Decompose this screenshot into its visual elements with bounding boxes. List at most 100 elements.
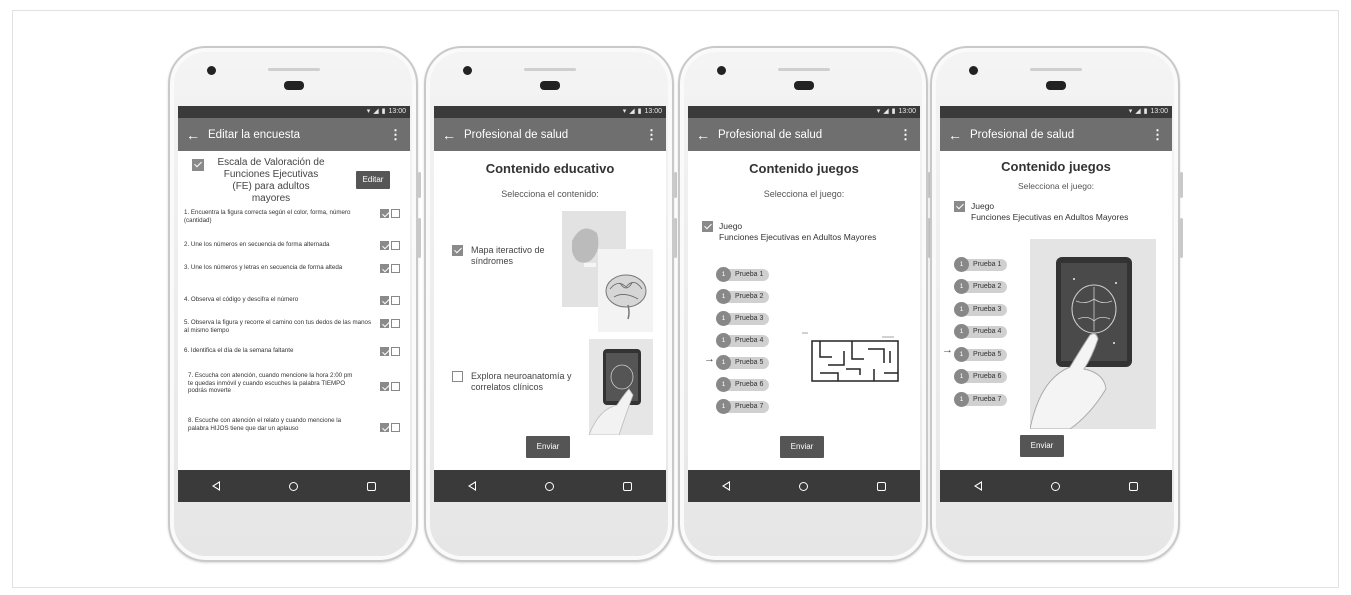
item-checkboxes <box>380 241 400 250</box>
survey-item-text: 1. Encuentra la figura correcta según el… <box>184 209 351 224</box>
page-heading: Contenido educativo <box>485 161 615 176</box>
map-option-label: Mapa iteractivo de síndromes <box>471 245 545 266</box>
nav-home-icon[interactable] <box>798 481 808 491</box>
back-arrow-icon[interactable]: ← <box>186 127 208 143</box>
no-checkbox[interactable] <box>391 319 400 328</box>
no-checkbox[interactable] <box>391 423 400 432</box>
yes-checkbox[interactable] <box>380 319 390 328</box>
nav-back-icon[interactable] <box>212 481 221 491</box>
survey-item: 2. Une los números en secuencia de forma… <box>184 241 402 250</box>
nav-recents-icon[interactable] <box>876 481 886 491</box>
educational-content: Contenido educativo Selecciona el conten… <box>434 151 666 470</box>
test-pill[interactable]: 1 Prueba 3 <box>954 302 1008 317</box>
more-vert-icon[interactable]: ⋮ <box>389 127 402 143</box>
game-checkbox[interactable] <box>954 201 965 212</box>
back-arrow-icon[interactable]: ← <box>442 127 464 143</box>
no-checkbox[interactable] <box>391 209 400 218</box>
game-option[interactable]: Juego Funciones Ejecutivas en Adultos Ma… <box>702 221 876 243</box>
signal-icon: ◢ <box>883 108 889 115</box>
no-checkbox[interactable] <box>391 241 400 250</box>
back-arrow-icon[interactable]: ← <box>696 127 718 143</box>
map-checkbox[interactable] <box>452 245 463 256</box>
yes-checkbox[interactable] <box>380 209 390 218</box>
survey-item-text: 3. Une los números y letras en secuencia… <box>184 264 343 271</box>
no-checkbox[interactable] <box>391 264 400 273</box>
game-name: Funciones Ejecutivas en Adultos Mayores <box>971 212 1129 222</box>
no-checkbox[interactable] <box>391 296 400 305</box>
test-pill[interactable]: 1 Prueba 2 <box>954 279 1008 294</box>
camera <box>969 66 978 75</box>
test-pill[interactable]: 1 Prueba 3 <box>716 311 770 326</box>
test-label: Prueba 6 <box>963 370 1008 383</box>
edit-button[interactable]: Editar <box>356 171 390 189</box>
brain-icon <box>605 274 647 320</box>
game-checkbox[interactable] <box>702 221 713 232</box>
neuro-checkbox[interactable] <box>452 371 463 382</box>
wifi-icon: ▾ <box>876 108 881 115</box>
nav-recents-icon[interactable] <box>366 481 376 491</box>
more-vert-icon[interactable]: ⋮ <box>645 127 658 143</box>
more-vert-icon[interactable]: ⋮ <box>899 127 912 143</box>
nav-home-icon[interactable] <box>544 481 554 491</box>
status-bar: ▾ ◢ ▮ 13:00 <box>434 106 666 118</box>
survey-item: 1. Encuentra la figura correcta según el… <box>184 209 402 224</box>
test-pill[interactable]: 1 Prueba 4 <box>954 324 1008 339</box>
test-number: 1 <box>716 311 731 326</box>
nav-bar <box>940 470 1172 502</box>
test-pill[interactable]: 1 Prueba 2 <box>716 289 770 304</box>
survey-item: 5. Observa la figura y recorre el camino… <box>184 319 402 334</box>
send-button[interactable]: Enviar <box>780 436 824 458</box>
wifi-icon: ▾ <box>622 108 627 115</box>
option-neuro[interactable]: Explora neuroanatomía y correlatos clíni… <box>452 371 579 393</box>
test-pill[interactable]: 1 Prueba 4 <box>716 333 770 348</box>
test-pill[interactable]: 1 Prueba 5 <box>716 355 770 370</box>
nav-home-icon[interactable] <box>288 481 298 491</box>
send-button[interactable]: Enviar <box>1020 435 1064 457</box>
back-arrow-icon[interactable]: ← <box>948 127 970 143</box>
survey-item: 8. Escuche con atención el relato y cuan… <box>184 417 402 432</box>
game-option[interactable]: Juego Funciones Ejecutivas en Adultos Ma… <box>954 201 1128 223</box>
selected-arrow-icon: → <box>704 353 715 365</box>
yes-checkbox[interactable] <box>380 296 390 305</box>
scale-checkbox[interactable] <box>192 159 204 171</box>
app-bar: ← Profesional de salud ⋮ <box>688 118 920 151</box>
test-pill[interactable]: 1 Prueba 6 <box>954 369 1008 384</box>
page-subheading: Selecciona el juego: <box>763 189 845 199</box>
camera <box>207 66 216 75</box>
volume-button <box>1180 218 1183 258</box>
yes-checkbox[interactable] <box>380 423 390 432</box>
yes-checkbox[interactable] <box>380 347 390 356</box>
yes-checkbox[interactable] <box>380 382 390 391</box>
test-pill[interactable]: 1 Prueba 1 <box>954 257 1008 272</box>
nav-back-icon[interactable] <box>974 481 983 491</box>
status-bar: ▾ ◢ ▮ 13:00 <box>178 106 410 118</box>
item-checkboxes <box>380 209 400 218</box>
more-vert-icon[interactable]: ⋮ <box>1151 127 1164 143</box>
no-checkbox[interactable] <box>391 347 400 356</box>
nav-back-icon[interactable] <box>722 481 731 491</box>
nav-recents-icon[interactable] <box>1128 481 1138 491</box>
option-map[interactable]: Mapa iteractivo de síndromes <box>452 245 551 267</box>
yes-checkbox[interactable] <box>380 241 390 250</box>
no-checkbox[interactable] <box>391 382 400 391</box>
test-pill[interactable]: 1 Prueba 5 <box>954 347 1008 362</box>
nav-bar <box>434 470 666 502</box>
screen: ▾ ◢ ▮ 13:00 ← Profesional de salud ⋮ Conten… <box>688 106 920 502</box>
test-pill[interactable]: 1 Prueba 6 <box>716 377 770 392</box>
nav-recents-icon[interactable] <box>622 481 632 491</box>
survey-content: Escala de Valoración de Funciones Ejecut… <box>178 151 410 470</box>
item-checkboxes <box>380 347 400 356</box>
scale-label: Escala de Valoración de Funciones Ejecut… <box>217 157 325 204</box>
page-subheading: Selecciona el contenido: <box>501 189 599 199</box>
test-pill[interactable]: 1 Prueba 7 <box>716 399 770 414</box>
games-content: Contenido juegos Selecciona el juego: Ju… <box>688 151 920 470</box>
survey-item-text: 4. Observa el código y descifra el númer… <box>184 296 299 303</box>
nav-back-icon[interactable] <box>468 481 477 491</box>
send-button[interactable]: Enviar <box>526 436 570 458</box>
nav-home-icon[interactable] <box>1050 481 1060 491</box>
yes-checkbox[interactable] <box>380 264 390 273</box>
test-pill[interactable]: 1 Prueba 1 <box>716 267 770 282</box>
test-label: Prueba 4 <box>725 334 770 347</box>
test-pill[interactable]: 1 Prueba 7 <box>954 392 1008 407</box>
screen: ▾ ◢ ▮ 13:00 ← Editar la encuesta ⋮ Escala d… <box>178 106 410 502</box>
